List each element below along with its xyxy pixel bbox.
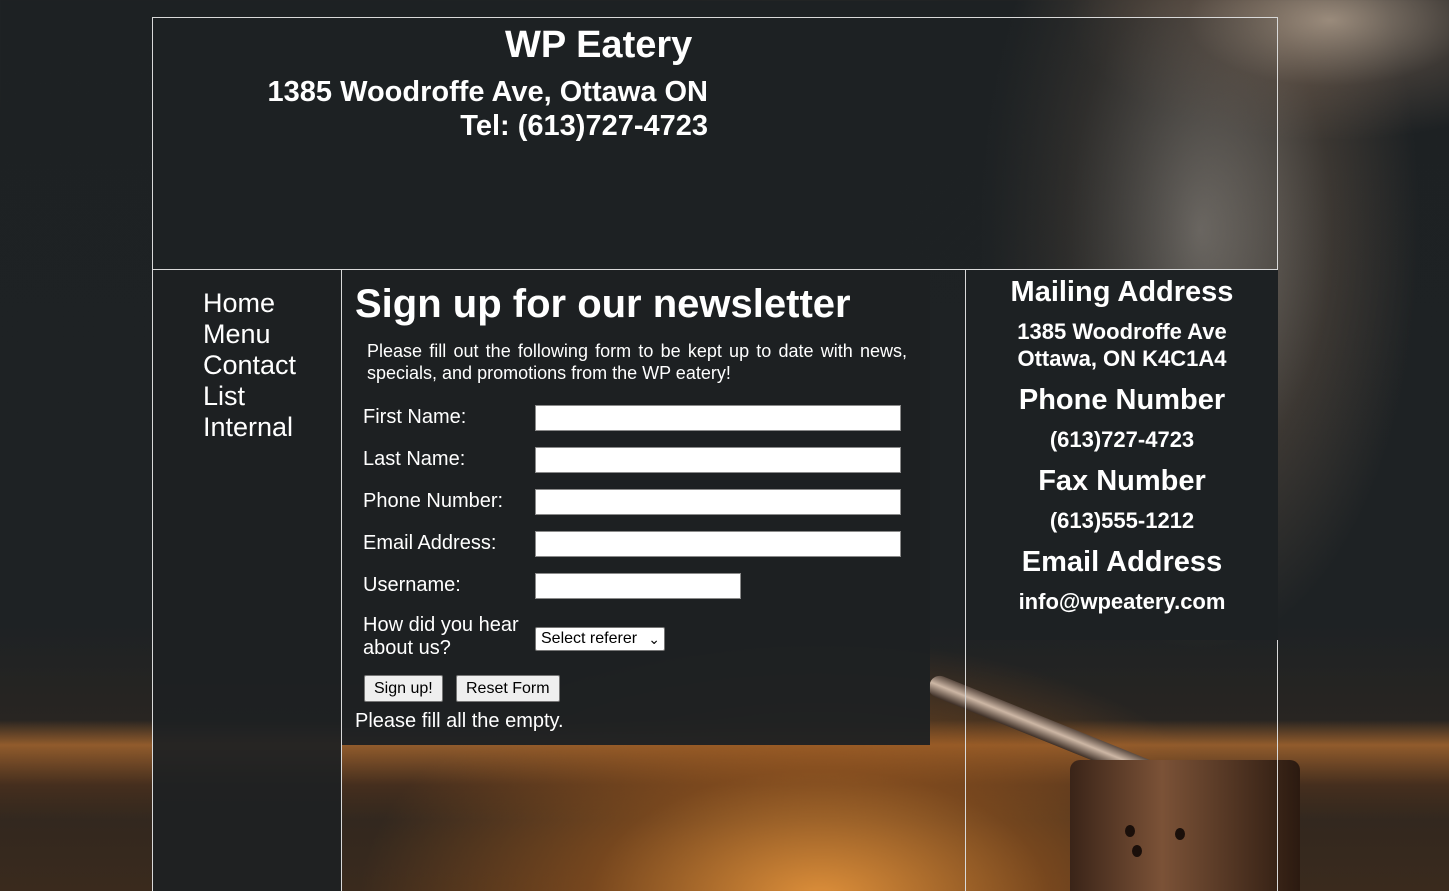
first-name-input[interactable] — [535, 405, 901, 431]
first-name-label: First Name: — [363, 406, 467, 428]
page-container: WP Eatery 1385 Woodroffe Ave, Ottawa ON … — [152, 17, 1278, 891]
referer-label: How did you hear about us? — [363, 614, 519, 659]
mailing-address-line2: Ottawa, ON K4C1A4 — [1017, 346, 1227, 371]
phone-number-input[interactable] — [535, 489, 901, 515]
phone-number-heading: Phone Number — [1018, 384, 1226, 416]
fax-number-heading: Fax Number — [1038, 465, 1206, 497]
last-name-input[interactable] — [535, 447, 901, 473]
email-address-value: info@wpeatery.com — [1018, 589, 1226, 614]
sign-up-button[interactable]: Sign up! — [364, 675, 443, 702]
site-header: WP Eatery 1385 Woodroffe Ave, Ottawa ON … — [153, 18, 1277, 270]
referer-select[interactable]: Select referer ⌄ — [535, 627, 665, 651]
header-address: 1385 Woodroffe Ave, Ottawa ON — [267, 76, 708, 108]
nav-link-menu[interactable]: Menu — [203, 319, 271, 349]
header-phone: Tel: (613)727-4723 — [460, 110, 708, 142]
email-address-input[interactable] — [535, 531, 901, 557]
nav-link-internal[interactable]: Internal — [203, 412, 293, 442]
contact-info-box: Mailing Address 1385 Woodroffe Ave Ottaw… — [966, 270, 1278, 640]
mailing-address-heading: Mailing Address — [1010, 276, 1234, 308]
reset-form-button[interactable]: Reset Form — [456, 675, 560, 702]
phone-number-value: (613)727-4723 — [1049, 427, 1195, 452]
nav-item-internal[interactable]: Internal — [203, 412, 296, 443]
nav-link-home[interactable]: Home — [203, 288, 275, 318]
last-name-label: Last Name: — [363, 448, 466, 470]
newsletter-intro: Please fill out the following form to be… — [367, 341, 907, 383]
nav-list: Home Menu Contact List Internal — [203, 288, 296, 443]
sidebar-nav: Home Menu Contact List Internal — [153, 270, 342, 891]
mailing-address-line1: 1385 Woodroffe Ave — [1017, 319, 1227, 344]
referer-selected-value: Select referer — [541, 630, 638, 647]
newsletter-heading: Sign up for our newsletter — [355, 282, 851, 326]
phone-number-label: Phone Number: — [363, 490, 504, 512]
nav-item-home[interactable]: Home — [203, 288, 296, 319]
nav-link-list[interactable]: List — [203, 381, 245, 411]
username-label: Username: — [363, 574, 461, 596]
email-address-label: Email Address: — [363, 532, 497, 554]
newsletter-section: Sign up for our newsletter Please fill o… — [342, 270, 930, 745]
nav-item-menu[interactable]: Menu — [203, 319, 296, 350]
contact-sidebar: Mailing Address 1385 Woodroffe Ave Ottaw… — [965, 270, 1278, 891]
chevron-down-icon: ⌄ — [648, 631, 660, 647]
validation-message: Please fill all the empty. — [355, 710, 564, 732]
nav-item-contact[interactable]: Contact — [203, 350, 296, 381]
email-address-heading: Email Address — [1021, 546, 1223, 578]
nav-item-list[interactable]: List — [203, 381, 296, 412]
fax-number-value: (613)555-1212 — [1049, 508, 1195, 533]
username-input[interactable] — [535, 573, 741, 599]
site-title: WP Eatery — [505, 24, 693, 66]
nav-link-contact[interactable]: Contact — [203, 350, 296, 380]
